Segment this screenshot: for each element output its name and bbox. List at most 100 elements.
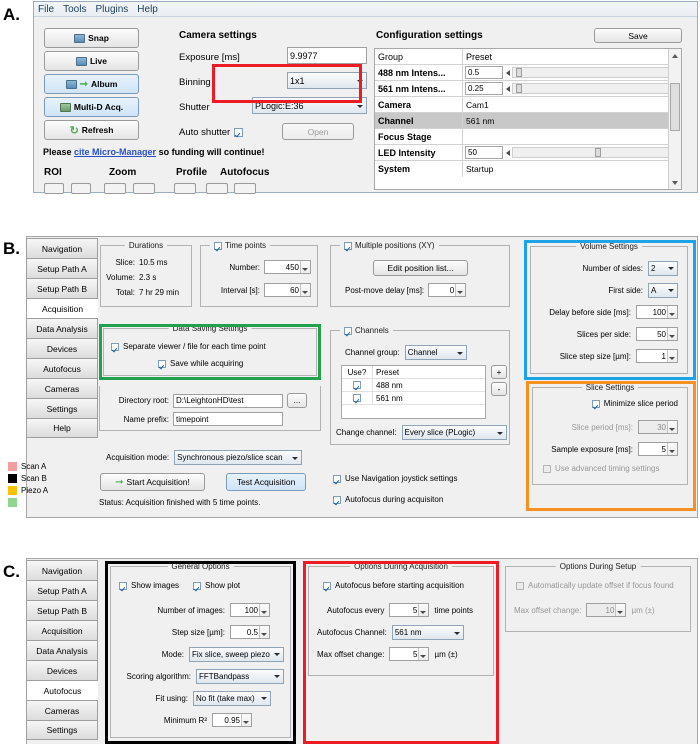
slider-left-icon[interactable] bbox=[503, 146, 512, 159]
auto-shutter-checkbox[interactable] bbox=[234, 128, 243, 137]
multiple-positions-checkbox[interactable] bbox=[344, 242, 352, 250]
sidebar-item-navigation[interactable]: Navigation bbox=[26, 238, 98, 258]
slice-step-size-spinner[interactable]: 1 bbox=[636, 349, 678, 363]
post-move-delay-spinner[interactable]: 0 bbox=[428, 283, 466, 297]
show-images-checkbox[interactable] bbox=[119, 582, 127, 590]
slices-per-side-spinner[interactable]: 50 bbox=[636, 327, 678, 341]
sidebar-item-acquisition[interactable]: Acquisition bbox=[26, 298, 98, 318]
table-row[interactable]: LED Intensity 50 bbox=[375, 145, 681, 161]
slider-left-icon[interactable] bbox=[503, 66, 512, 79]
shutter-select[interactable]: PLogic:E:36 bbox=[252, 97, 367, 114]
channels-checkbox[interactable] bbox=[344, 327, 352, 335]
intensity-488-slider[interactable] bbox=[512, 67, 671, 78]
sidebar-item-setup-path-b[interactable]: Setup Path B bbox=[26, 278, 98, 298]
exposure-input[interactable]: 9.9977 bbox=[287, 47, 367, 64]
channel-group-select[interactable]: Channel bbox=[405, 345, 467, 360]
menu-file[interactable]: File bbox=[38, 4, 54, 15]
scroll-down-icon[interactable] bbox=[669, 176, 681, 189]
minimize-slice-period-checkbox[interactable] bbox=[592, 400, 600, 408]
channel-use-checkbox[interactable] bbox=[353, 381, 361, 389]
open-shutter-button[interactable]: Open bbox=[282, 123, 354, 140]
scrollbar-thumb[interactable] bbox=[670, 83, 680, 131]
number-of-images-spinner[interactable]: 100 bbox=[230, 603, 270, 617]
delay-before-side-spinner[interactable]: 100 bbox=[636, 305, 678, 319]
number-spinner[interactable]: 450 bbox=[264, 260, 311, 274]
cite-link[interactable]: cite Micro-Manager bbox=[74, 147, 156, 157]
sidebar-item-devices[interactable]: Devices bbox=[26, 660, 98, 680]
snap-button[interactable]: Snap bbox=[44, 28, 139, 48]
sidebar-item-setup-path-b[interactable]: Setup Path B bbox=[26, 600, 98, 620]
roi-tool-button[interactable] bbox=[44, 183, 64, 194]
intensity-561-slider[interactable] bbox=[512, 83, 671, 94]
menu-tools[interactable]: Tools bbox=[63, 4, 86, 15]
menu-plugins[interactable]: Plugins bbox=[95, 4, 128, 15]
sidebar-item-setup-path-a[interactable]: Setup Path A bbox=[26, 258, 98, 278]
sidebar-item-acquisition[interactable]: Acquisition bbox=[26, 620, 98, 640]
mode-select[interactable]: Fix slice, sweep piezo bbox=[189, 647, 284, 662]
sidebar-item-autofocus[interactable]: Autofocus bbox=[26, 680, 98, 700]
time-points-checkbox[interactable] bbox=[214, 242, 222, 250]
autofocus-before-start-checkbox[interactable] bbox=[323, 582, 331, 590]
acq-max-offset-spinner[interactable]: 5 bbox=[389, 647, 429, 661]
autofocus-run-button[interactable] bbox=[234, 183, 256, 194]
channel-use-checkbox[interactable] bbox=[353, 394, 361, 402]
sidebar-item-settings[interactable]: Settings bbox=[26, 720, 98, 740]
table-row[interactable]: Focus Stage bbox=[375, 129, 681, 145]
acquisition-mode-select[interactable]: Synchronous piezo/slice scan bbox=[174, 450, 302, 465]
scroll-up-icon[interactable] bbox=[669, 49, 681, 62]
autofocus-every-spinner[interactable]: 5 bbox=[389, 603, 429, 617]
sidebar-item-setup-path-a[interactable]: Setup Path A bbox=[26, 580, 98, 600]
start-acquisition-button[interactable]: ➞ Start Acquisition! bbox=[100, 473, 205, 491]
album-button[interactable]: ➞ Album bbox=[44, 74, 139, 94]
autofocus-during-acquisition-checkbox[interactable] bbox=[333, 496, 341, 504]
test-acquisition-button[interactable]: Test Acquisition bbox=[226, 473, 306, 491]
table-row[interactable]: System Startup bbox=[375, 161, 681, 177]
sidebar-item-cameras[interactable]: Cameras bbox=[26, 378, 98, 398]
autofocus-channel-select[interactable]: 561 nm bbox=[392, 625, 464, 640]
sample-exposure-spinner[interactable]: 5 bbox=[638, 442, 678, 456]
table-row[interactable]: 561 nm bbox=[342, 392, 485, 405]
sidebar-item-data-analysis[interactable]: Data Analysis bbox=[26, 318, 98, 338]
change-channel-select[interactable]: Every slice (PLogic) bbox=[402, 425, 507, 440]
edit-position-list-button[interactable]: Edit position list... bbox=[373, 260, 468, 276]
auto-update-offset-checkbox[interactable] bbox=[516, 582, 524, 590]
config-table-scrollbar[interactable] bbox=[668, 49, 681, 189]
save-while-acquiring-checkbox[interactable] bbox=[158, 360, 166, 368]
sidebar-item-data-analysis[interactable]: Data Analysis bbox=[26, 640, 98, 660]
profile-button[interactable] bbox=[174, 183, 196, 194]
led-intensity-value[interactable]: 50 bbox=[465, 146, 503, 159]
joystick-settings-checkbox[interactable] bbox=[333, 475, 341, 483]
autofocus-config-button[interactable] bbox=[206, 183, 228, 194]
separate-viewer-checkbox[interactable] bbox=[111, 343, 119, 351]
advanced-timing-checkbox[interactable] bbox=[543, 465, 551, 473]
interval-spinner[interactable]: 60 bbox=[264, 283, 311, 297]
sidebar-item-navigation[interactable]: Navigation bbox=[26, 560, 98, 580]
refresh-button[interactable]: ↻ Refresh bbox=[44, 120, 139, 140]
scoring-algorithm-select[interactable]: FFTBandpass bbox=[196, 669, 284, 684]
intensity-561-value[interactable]: 0.25 bbox=[465, 82, 503, 95]
sidebar-item-help[interactable]: Help bbox=[26, 418, 98, 438]
roi-clear-button[interactable] bbox=[71, 183, 91, 194]
binning-select[interactable]: 1x1 bbox=[287, 72, 367, 89]
zoom-out-button[interactable] bbox=[133, 183, 155, 194]
table-row[interactable]: Channel 561 nm bbox=[375, 113, 681, 129]
number-of-sides-select[interactable]: 2 bbox=[648, 261, 678, 276]
live-button[interactable]: Live bbox=[44, 51, 139, 71]
table-row[interactable]: 561 nm Intens... 0.25 bbox=[375, 81, 681, 97]
slider-left-icon[interactable] bbox=[503, 82, 512, 95]
add-channel-button[interactable]: + bbox=[491, 365, 507, 379]
sidebar-item-cameras[interactable]: Cameras bbox=[26, 700, 98, 720]
zoom-in-button[interactable] bbox=[104, 183, 126, 194]
table-row[interactable]: 488 nm bbox=[342, 379, 485, 392]
multi-d-acq-button[interactable]: Multi-D Acq. bbox=[44, 97, 139, 117]
sidebar-item-autofocus[interactable]: Autofocus bbox=[26, 358, 98, 378]
table-row[interactable]: 488 nm Intens... 0.5 bbox=[375, 65, 681, 81]
step-size-spinner[interactable]: 0.5 bbox=[230, 625, 270, 639]
show-plot-checkbox[interactable] bbox=[193, 582, 201, 590]
menu-help[interactable]: Help bbox=[137, 4, 158, 15]
fit-using-select[interactable]: No fit (take max) bbox=[193, 691, 271, 706]
table-row[interactable]: Camera Cam1 bbox=[375, 97, 681, 113]
intensity-488-value[interactable]: 0.5 bbox=[465, 66, 503, 79]
save-config-button[interactable]: Save bbox=[594, 28, 682, 43]
sidebar-item-devices[interactable]: Devices bbox=[26, 338, 98, 358]
